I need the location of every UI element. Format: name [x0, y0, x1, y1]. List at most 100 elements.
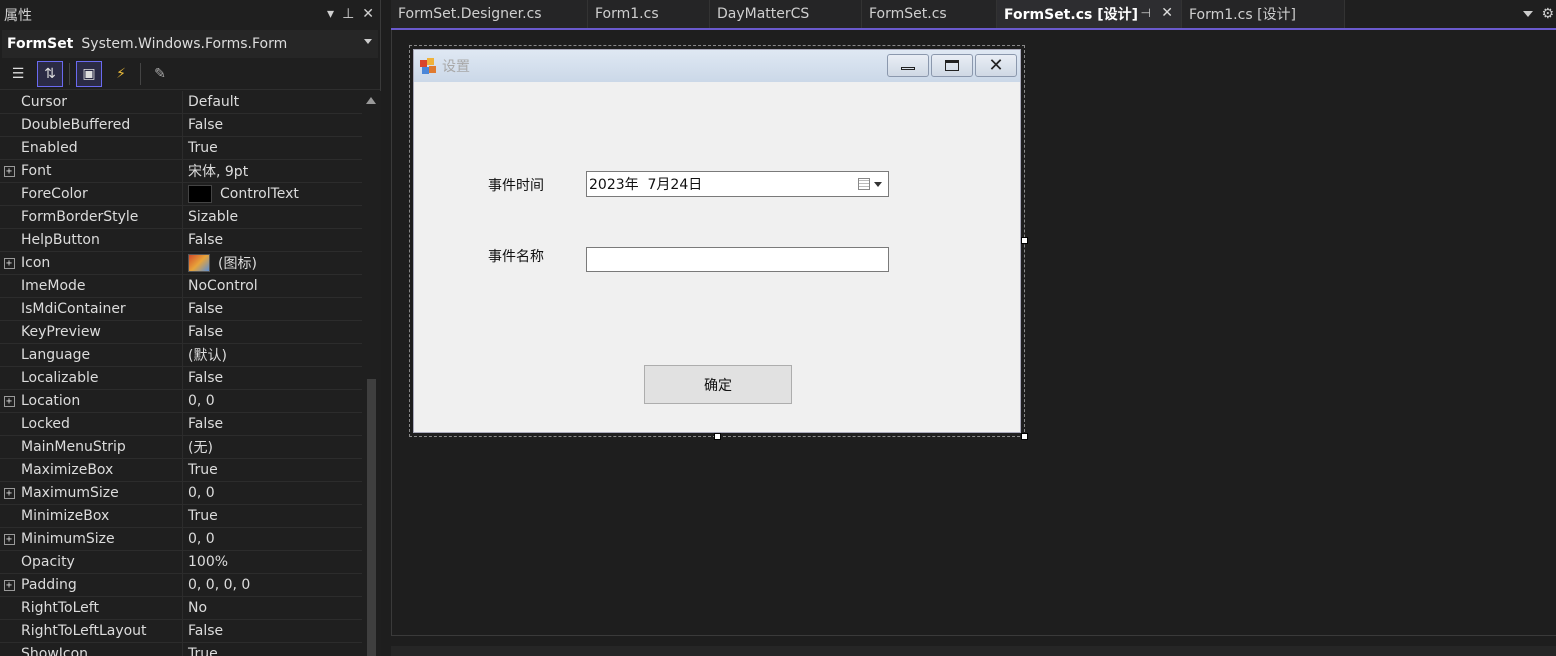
property-value[interactable]: ControlText — [182, 182, 362, 206]
property-value[interactable]: False — [182, 113, 362, 137]
property-row[interactable]: ForeColor ControlText — [0, 182, 362, 206]
property-row[interactable]: + Font 宋体, 9pt — [0, 159, 362, 183]
events-lightning-icon[interactable]: ⚡ — [108, 61, 134, 87]
property-row[interactable]: Opacity 100% — [0, 550, 362, 574]
property-row[interactable]: ImeMode NoControl — [0, 274, 362, 298]
property-row[interactable]: IsMdiContainer False — [0, 297, 362, 321]
property-row[interactable]: ShowIcon True — [0, 642, 362, 656]
resize-handle-corner[interactable] — [1021, 433, 1028, 440]
property-value[interactable]: 0, 0 — [182, 481, 362, 505]
expand-icon[interactable]: + — [0, 528, 18, 551]
property-row[interactable]: FormBorderStyle Sizable — [0, 205, 362, 229]
close-tab-icon[interactable]: ✕ — [1161, 5, 1173, 21]
minimize-button[interactable] — [887, 54, 929, 77]
alphabetical-view-icon[interactable]: ⇅ — [37, 60, 63, 87]
property-row[interactable]: DoubleBuffered False — [0, 113, 362, 137]
property-row[interactable]: Enabled True — [0, 136, 362, 160]
form-window[interactable]: 设置 ✕ 事件时间 2023年 7月24日 事件名称 确定 — [413, 49, 1021, 433]
event-name-input[interactable] — [586, 247, 889, 272]
expand-icon[interactable]: + — [0, 482, 18, 505]
property-value[interactable]: 宋体, 9pt — [182, 159, 362, 183]
property-row[interactable]: Language (默认) — [0, 343, 362, 367]
ok-button[interactable]: 确定 — [644, 365, 792, 404]
pin-icon[interactable]: ⊣ — [1141, 6, 1151, 20]
properties-view-icon[interactable]: ▣ — [76, 60, 102, 87]
property-value-text: NoControl — [188, 278, 258, 294]
tab-form1-cs[interactable]: Form1.cs — [588, 0, 710, 28]
property-value[interactable]: 0, 0 — [182, 389, 362, 413]
property-value[interactable]: True — [182, 642, 362, 656]
property-row[interactable]: Cursor Default — [0, 90, 362, 114]
property-row[interactable]: HelpButton False — [0, 228, 362, 252]
property-name: MinimumSize — [21, 531, 115, 547]
property-row[interactable]: RightToLeft No — [0, 596, 362, 620]
resize-handle-bottom[interactable] — [714, 433, 721, 440]
property-row[interactable]: MaximizeBox True — [0, 458, 362, 482]
chevron-down-icon[interactable] — [874, 182, 882, 187]
property-row[interactable]: + Location 0, 0 — [0, 389, 362, 413]
property-row[interactable]: + Padding 0, 0, 0, 0 — [0, 573, 362, 597]
gear-icon[interactable]: ⚙ — [1541, 6, 1554, 22]
row-margin — [0, 114, 18, 137]
close-icon[interactable]: ✕ — [362, 6, 374, 22]
expand-icon[interactable]: + — [0, 252, 18, 275]
property-value[interactable]: True — [182, 504, 362, 528]
design-form-selection[interactable]: 设置 ✕ 事件时间 2023年 7月24日 事件名称 确定 — [409, 45, 1025, 437]
property-value[interactable]: True — [182, 136, 362, 160]
tab-formset-cs-design[interactable]: FormSet.cs [设计] ⊣ ✕ — [997, 0, 1182, 28]
property-value[interactable]: 100% — [182, 550, 362, 574]
property-row[interactable]: MainMenuStrip (无) — [0, 435, 362, 459]
property-value[interactable]: False — [182, 228, 362, 252]
property-value[interactable]: 0, 0 — [182, 527, 362, 551]
tab-formset-cs[interactable]: FormSet.cs — [862, 0, 997, 28]
property-row[interactable]: + MinimumSize 0, 0 — [0, 527, 362, 551]
property-row[interactable]: + MaximumSize 0, 0 — [0, 481, 362, 505]
categorized-view-icon[interactable]: ☰ — [5, 61, 31, 87]
calendar-icon[interactable] — [858, 178, 870, 190]
property-value[interactable]: (图标) — [182, 251, 362, 275]
maximize-button[interactable] — [931, 54, 973, 77]
property-row[interactable]: + Icon (图标) — [0, 251, 362, 275]
property-value[interactable]: False — [182, 366, 362, 390]
property-value[interactable]: Default — [182, 90, 362, 114]
tab-form1-cs-design[interactable]: Form1.cs [设计] — [1182, 0, 1345, 28]
close-button[interactable]: ✕ — [975, 54, 1017, 77]
property-value[interactable]: No — [182, 596, 362, 620]
expand-icon[interactable]: + — [0, 390, 18, 413]
tab-formset-designer-cs[interactable]: FormSet.Designer.cs — [391, 0, 588, 28]
scrollbar-thumb[interactable] — [367, 379, 376, 656]
object-selector[interactable]: FormSet System.Windows.Forms.Form — [2, 30, 378, 58]
property-row[interactable]: MinimizeBox True — [0, 504, 362, 528]
window-position-dropdown-icon[interactable]: ▾ — [327, 6, 334, 22]
tab-list-dropdown-icon[interactable] — [1523, 11, 1534, 17]
tab-daymattercs[interactable]: DayMatterCS — [710, 0, 862, 28]
property-row[interactable]: KeyPreview False — [0, 320, 362, 344]
event-time-datepicker[interactable]: 2023年 7月24日 — [586, 171, 889, 197]
expand-icon[interactable]: + — [0, 160, 18, 183]
properties-panel-header: 属性 ▾ ⊥ ✕ — [0, 0, 380, 30]
resize-handle-right[interactable] — [1021, 237, 1028, 244]
property-grid-scrollbar[interactable] — [362, 91, 381, 656]
property-name: ImeMode — [21, 278, 86, 294]
property-value[interactable]: (默认) — [182, 343, 362, 367]
property-value[interactable]: NoControl — [182, 274, 362, 298]
property-row[interactable]: Localizable False — [0, 366, 362, 390]
property-value[interactable]: Sizable — [182, 205, 362, 229]
property-value[interactable]: (无) — [182, 435, 362, 459]
property-value[interactable]: True — [182, 458, 362, 482]
property-value-text: False — [188, 301, 224, 317]
pin-icon[interactable]: ⊥ — [342, 6, 354, 22]
minimize-icon — [901, 67, 915, 70]
form-title-bar[interactable]: 设置 ✕ — [414, 50, 1020, 82]
property-row[interactable]: RightToLeftLayout False — [0, 619, 362, 643]
property-value[interactable]: False — [182, 320, 362, 344]
property-value[interactable]: False — [182, 297, 362, 321]
property-value[interactable]: False — [182, 412, 362, 436]
expand-icon[interactable]: + — [0, 574, 18, 597]
scroll-up-arrow-icon[interactable] — [366, 97, 376, 104]
property-value[interactable]: 0, 0, 0, 0 — [182, 573, 362, 597]
property-value[interactable]: False — [182, 619, 362, 643]
property-name: Font — [21, 163, 52, 179]
property-row[interactable]: Locked False — [0, 412, 362, 436]
property-pages-wrench-icon[interactable]: ✎ — [147, 61, 173, 87]
